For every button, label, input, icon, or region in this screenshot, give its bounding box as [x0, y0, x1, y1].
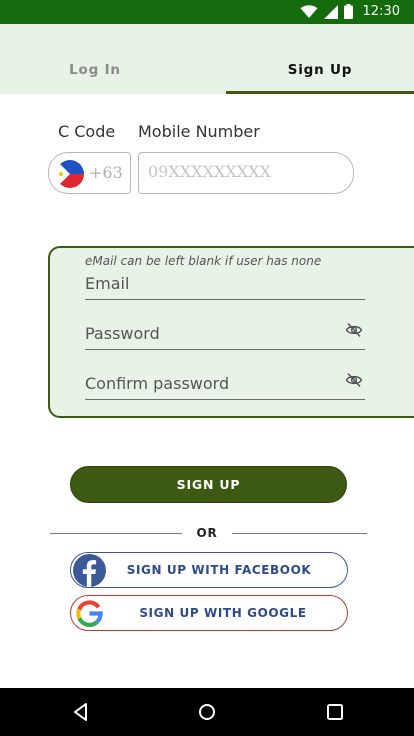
philippines-flag-icon — [56, 160, 84, 188]
eye-off-icon[interactable] — [345, 321, 363, 339]
status-bar: 12:30 — [0, 0, 414, 24]
google-button-label: SIGN UP WITH GOOGLE — [139, 606, 307, 620]
facebook-button-label: SIGN UP WITH FACEBOOK — [126, 563, 312, 577]
status-icons: 12:30 — [300, 4, 400, 19]
back-icon[interactable] — [69, 700, 93, 724]
password-input[interactable] — [85, 324, 335, 343]
navigation-bar — [0, 688, 414, 736]
email-field — [85, 264, 365, 300]
selected-tab-indicator — [226, 91, 414, 94]
mobile-number-label: Mobile Number — [138, 122, 260, 141]
tab-sign-up[interactable]: Sign Up — [226, 24, 414, 94]
wifi-icon — [300, 4, 318, 18]
mobile-number-field — [138, 152, 354, 194]
auth-tab-bar: Log In Sign Up — [0, 24, 414, 94]
sign-up-facebook-button[interactable]: SIGN UP WITH FACEBOOK — [70, 552, 348, 588]
sign-up-google-button[interactable]: SIGN UP WITH GOOGLE — [70, 595, 348, 631]
divider-right — [232, 533, 367, 534]
eye-off-icon[interactable] — [345, 371, 363, 389]
status-time: 12:30 — [362, 4, 400, 19]
country-code-label: C Code — [58, 122, 116, 141]
email-input[interactable] — [85, 274, 335, 293]
password-field — [85, 314, 365, 350]
confirm-password-field — [85, 364, 365, 400]
sign-up-button[interactable]: SIGN UP — [70, 466, 347, 503]
or-separator-label: OR — [196, 526, 218, 540]
country-code-picker[interactable]: +63 — [48, 152, 131, 194]
confirm-password-input[interactable] — [85, 374, 335, 393]
divider-left — [50, 533, 182, 534]
country-code-value: +63 — [89, 163, 123, 182]
mobile-number-input[interactable] — [148, 162, 348, 181]
tab-log-in[interactable]: Log In — [0, 24, 190, 94]
cellular-signal-icon — [323, 4, 338, 19]
recents-icon[interactable] — [323, 700, 347, 724]
home-icon[interactable] — [195, 700, 219, 724]
battery-icon — [343, 4, 353, 19]
